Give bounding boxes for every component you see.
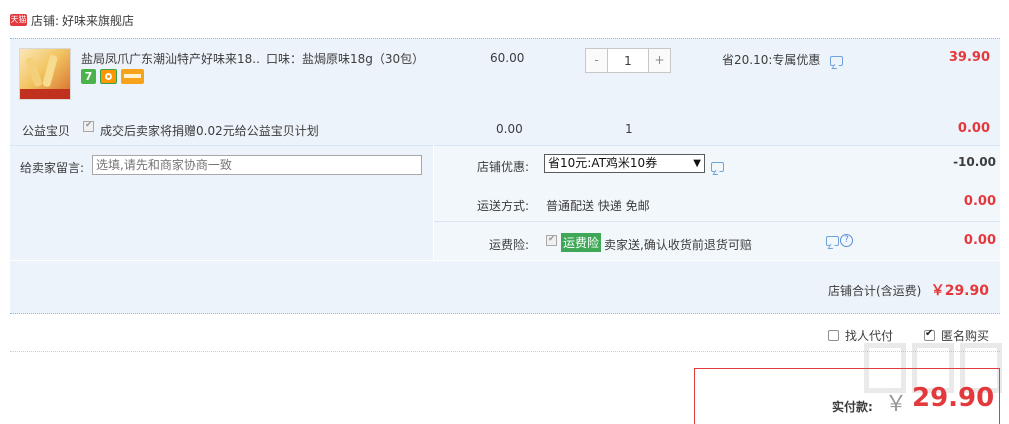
- proxy-pay-label: 找人代付: [845, 329, 894, 343]
- shipping-insurance-label: 运费险:: [489, 238, 530, 252]
- thumbnail-stick-left: [25, 56, 43, 88]
- thumbnail-stick-right: [41, 54, 59, 88]
- promo-info: 省20.10:专属优惠: [722, 51, 844, 68]
- dropdown-arrow-icon: ▼: [693, 158, 701, 169]
- help-icon[interactable]: ?: [840, 234, 853, 247]
- quantity-input[interactable]: [607, 49, 649, 72]
- shipping-method-label: 运送方式:: [477, 199, 530, 213]
- shop-name-link[interactable]: 好味来旗舰店: [62, 12, 134, 29]
- store-coupon-label: 店铺优惠:: [477, 160, 530, 174]
- promo-text: 省20.10:专属优惠: [722, 53, 821, 67]
- insurance-tag[interactable]: 运费险: [561, 233, 602, 252]
- store-total-label: 店铺合计(含运费): [828, 284, 922, 298]
- anonymous-buy-option[interactable]: 匿名购买: [924, 327, 989, 344]
- charity-checkbox: [83, 120, 94, 132]
- tmall-logo-icon: 天猫: [10, 14, 27, 26]
- seller-message-label: 给卖家留言:: [20, 161, 85, 175]
- unit-price: 60.00: [490, 51, 525, 65]
- charity-text: 成交后卖家将捐赠0.02元给公益宝贝计划: [100, 124, 319, 138]
- charity-amount: 0.00: [496, 122, 523, 136]
- promo-chat-icon[interactable]: [830, 55, 844, 66]
- quantity-plus-button[interactable]: +: [649, 49, 670, 72]
- shipping-method-value: 普通配送 快递 免邮: [546, 199, 650, 213]
- panel-divider: [433, 145, 434, 260]
- guarantee-shield-icon[interactable]: [100, 69, 117, 84]
- product-title-link[interactable]: 盐局凤爪广东潮汕特产好味来18...: [81, 50, 261, 67]
- insurance-amount: 0.00: [963, 233, 996, 248]
- quantity-minus-button[interactable]: -: [586, 49, 607, 72]
- insurance-text: 卖家送,确认收货前退货可赔: [604, 238, 752, 252]
- payment-label: 实付款:: [832, 400, 873, 414]
- shop-label: 店铺:: [31, 13, 60, 28]
- divider: [10, 351, 1000, 352]
- insurance-icons: ?: [826, 234, 853, 247]
- seven-day-return-icon[interactable]: 7: [81, 69, 96, 84]
- payment-amount: 29.90: [912, 383, 995, 413]
- shop-header: 天猫 店铺: 好味来旗舰店: [10, 10, 134, 30]
- product-sku: 口味：盐焗原味18g（30包）: [266, 52, 425, 66]
- insurance-checkbox: [546, 234, 557, 246]
- store-coupon-select[interactable]: 省10元:AT鸡米10券 ▼: [544, 154, 705, 173]
- coupon-amount: -10.00: [953, 155, 996, 169]
- product-thumbnail[interactable]: [19, 48, 71, 100]
- payment-currency: ￥: [885, 392, 908, 417]
- credit-card-icon[interactable]: [121, 69, 144, 84]
- anonymous-buy-checkbox[interactable]: [924, 328, 935, 341]
- coupon-selected-value: 省10元:AT鸡米10券: [548, 156, 658, 170]
- proxy-pay-checkbox[interactable]: [828, 330, 839, 341]
- charity-total: 0.00: [957, 121, 990, 136]
- divider: [10, 260, 1000, 261]
- coupon-chat-icon[interactable]: [711, 161, 724, 172]
- quantity-stepper: - +: [585, 48, 671, 73]
- charity-quantity: 1: [625, 122, 633, 136]
- store-total-value: ￥29.90: [930, 283, 989, 299]
- divider: [434, 221, 1000, 222]
- charity-label: 公益宝贝: [22, 124, 71, 138]
- seller-message-input[interactable]: [92, 155, 422, 175]
- item-subtotal: 39.90: [948, 50, 990, 65]
- proxy-pay-option[interactable]: 找人代付: [828, 327, 893, 344]
- anonymous-buy-label: 匿名购买: [941, 329, 990, 343]
- thumbnail-band: [20, 89, 70, 99]
- insurance-chat-icon[interactable]: [826, 235, 839, 246]
- shipping-amount: 0.00: [963, 194, 996, 209]
